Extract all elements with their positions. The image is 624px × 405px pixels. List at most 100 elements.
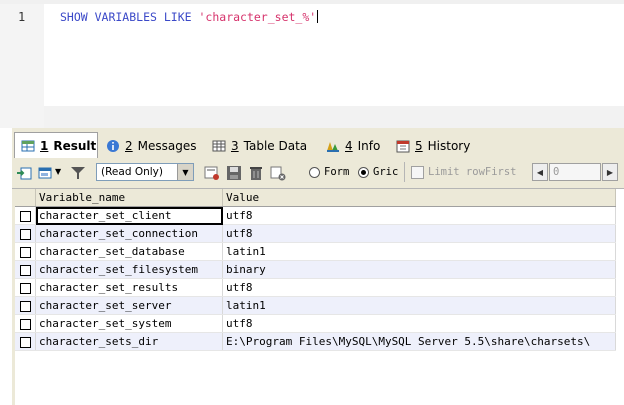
result-grid[interactable]: Variable_name Value character_set_client… [12, 189, 624, 405]
calendar-icon [396, 140, 410, 152]
cell-variable-name[interactable]: character_set_results [35, 278, 223, 297]
tab-label: Messages [137, 138, 197, 153]
tab-label: Info [357, 138, 381, 153]
delete-icon[interactable] [248, 165, 264, 181]
column-header-value[interactable]: Value [222, 189, 616, 207]
copy-grid-icon[interactable] [38, 165, 54, 181]
tab-history[interactable]: 5 History [390, 134, 474, 157]
chevron-left-icon: ◀ [536, 167, 544, 177]
cell-value[interactable]: utf8 [222, 206, 616, 225]
table-row[interactable]: character_set_client utf8 [15, 206, 616, 225]
editor-bottom-area [44, 106, 624, 128]
cell-value[interactable]: utf8 [222, 278, 616, 297]
chevron-down-icon[interactable]: ▼ [55, 167, 61, 176]
table-row[interactable]: character_set_results utf8 [15, 278, 616, 297]
table-row[interactable]: character_set_database latin1 [15, 242, 616, 261]
row-checkbox-cell[interactable] [15, 332, 36, 351]
info-circle-icon [107, 139, 119, 152]
tab-number: 3 [231, 138, 239, 153]
result-grid-icon [21, 140, 35, 152]
row-checkbox[interactable] [19, 246, 31, 258]
table-header-row: Variable_name Value [15, 189, 616, 207]
tab-number: 5 [415, 138, 423, 153]
table-icon [212, 140, 226, 151]
row-checkbox[interactable] [19, 228, 31, 240]
table-row[interactable]: character_set_system utf8 [15, 314, 616, 333]
limit-checkbox[interactable] [411, 166, 424, 179]
row-checkbox-cell[interactable] [15, 278, 36, 297]
tab-label: Result [53, 139, 97, 153]
row-checkbox[interactable] [19, 318, 31, 330]
result-mode-select[interactable]: (Read Only) ▼ [96, 163, 194, 181]
row-checkbox-cell[interactable] [15, 206, 36, 225]
row-checkbox-cell[interactable] [15, 296, 36, 315]
cell-variable-name[interactable]: character_set_filesystem [35, 260, 223, 279]
cell-value[interactable]: binary [222, 260, 616, 279]
line-number-gutter: 1 [0, 4, 44, 128]
grid-view-label: Gric [373, 166, 399, 178]
tab-messages[interactable]: 2 Messages [100, 134, 204, 157]
grid-view-radio[interactable] [358, 167, 369, 178]
row-checkbox-cell[interactable] [15, 242, 36, 261]
table-row[interactable]: character_set_filesystem binary [15, 260, 616, 279]
tab-result[interactable]: 1 Result [14, 132, 98, 159]
row-checkbox[interactable] [19, 264, 31, 276]
result-tab-bar: 1 Result 2 Messages 3 Table Data 4 Info [12, 128, 624, 159]
tab-label: History [427, 138, 471, 153]
export-icon[interactable] [16, 165, 32, 181]
filter-icon[interactable] [70, 165, 86, 181]
text-caret [317, 10, 319, 23]
table-row[interactable]: character_set_connection utf8 [15, 224, 616, 243]
sql-string: 'character_set_%' [198, 10, 317, 24]
table-row[interactable]: character_sets_dir E:\Program Files\MySQ… [15, 332, 616, 351]
cancel-changes-icon[interactable] [270, 165, 286, 181]
limit-prev-button[interactable]: ◀ [532, 163, 548, 181]
info-bars-icon [327, 141, 339, 152]
column-header-variable-name[interactable]: Variable_name [35, 189, 223, 207]
cell-value[interactable]: latin1 [222, 242, 616, 261]
chevron-down-icon[interactable]: ▼ [177, 164, 193, 180]
code-area[interactable]: SHOW VARIABLES LIKE 'character_set_%' [44, 4, 624, 106]
tab-number: 1 [40, 139, 49, 153]
limit-next-button[interactable]: ▶ [602, 163, 618, 181]
chevron-right-icon: ▶ [606, 167, 614, 177]
row-checkbox-cell[interactable] [15, 260, 36, 279]
row-checkbox-cell[interactable] [15, 314, 36, 333]
line-number: 1 [18, 10, 26, 24]
sql-editor[interactable]: 1 SHOW VARIABLES LIKE 'character_set_%' [0, 0, 624, 128]
cell-variable-name[interactable]: character_set_system [35, 314, 223, 333]
tab-number: 2 [125, 138, 133, 153]
sql-code-line[interactable]: SHOW VARIABLES LIKE 'character_set_%' [60, 10, 319, 24]
cell-value[interactable]: utf8 [222, 314, 616, 333]
row-checkbox[interactable] [19, 210, 31, 222]
cell-value[interactable]: latin1 [222, 296, 616, 315]
form-view-label: Form [324, 166, 350, 178]
cell-variable-name[interactable]: character_sets_dir [35, 332, 223, 351]
limit-label: Limit rowFirst [428, 166, 517, 178]
limit-first-input[interactable]: 0 [549, 163, 601, 181]
add-row-icon[interactable] [204, 165, 220, 181]
cell-variable-name[interactable]: character_set_database [35, 242, 223, 261]
result-toolbar: ▼ (Read Only) ▼ Form Gric Limit rowFirst… [12, 158, 624, 189]
result-mode-value: (Read Only) [101, 166, 163, 178]
toolbar-divider [404, 162, 405, 182]
tab-table-data[interactable]: 3 Table Data [206, 134, 318, 157]
cell-value[interactable]: utf8 [222, 224, 616, 243]
tab-label: Table Data [243, 138, 308, 153]
save-icon[interactable] [226, 165, 242, 181]
row-checkbox[interactable] [19, 336, 31, 348]
row-selector-header [15, 189, 36, 207]
result-table: Variable_name Value character_set_client… [15, 189, 616, 351]
cell-variable-name[interactable]: character_set_connection [35, 224, 223, 243]
tab-info[interactable]: 4 Info [320, 134, 388, 157]
tab-number: 4 [345, 138, 353, 153]
table-row[interactable]: character_set_server latin1 [15, 296, 616, 315]
cell-value[interactable]: E:\Program Files\MySQL\MySQL Server 5.5\… [222, 332, 616, 351]
form-view-radio[interactable] [309, 167, 320, 178]
row-checkbox[interactable] [19, 300, 31, 312]
cell-variable-name[interactable]: character_set_client [35, 206, 223, 225]
sql-keyword: SHOW VARIABLES LIKE [60, 10, 192, 24]
row-checkbox[interactable] [19, 282, 31, 294]
cell-variable-name[interactable]: character_set_server [35, 296, 223, 315]
row-checkbox-cell[interactable] [15, 224, 36, 243]
